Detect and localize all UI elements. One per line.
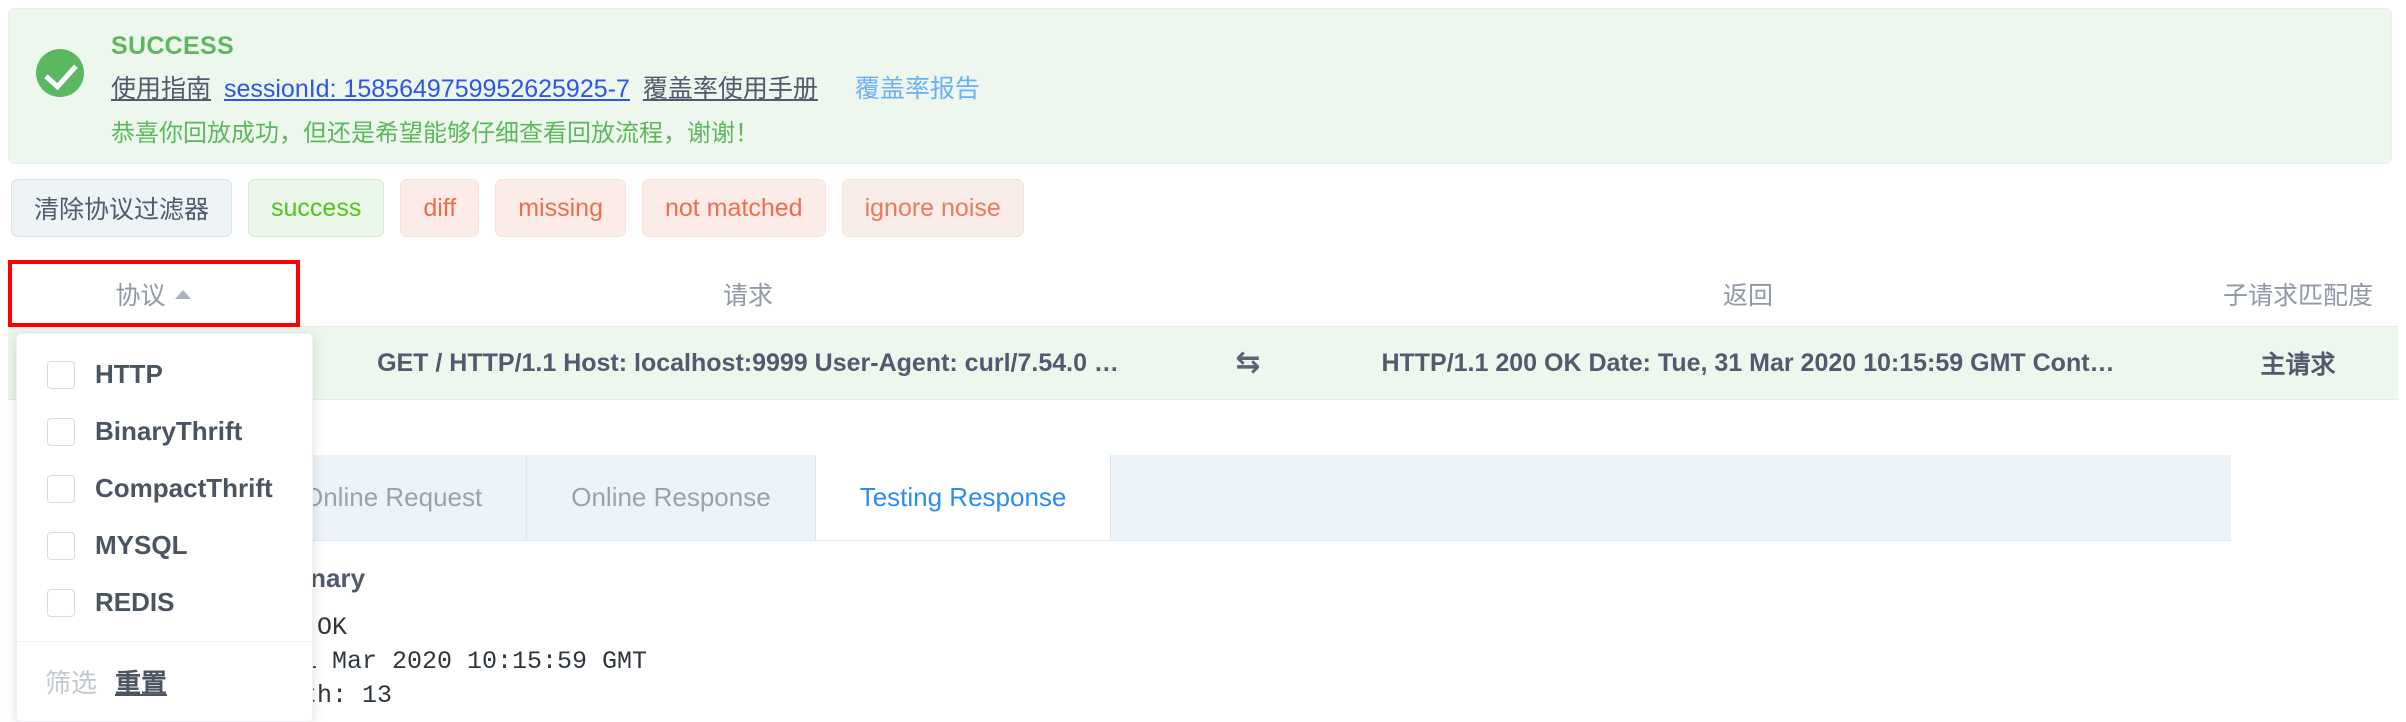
dropdown-footer: 筛选 重置 xyxy=(17,641,312,721)
cell-request: GET / HTTP/1.1 Host: localhost:9999 User… xyxy=(377,348,1119,377)
checkbox-icon[interactable] xyxy=(47,417,75,446)
protocol-option-label: REDIS xyxy=(95,587,175,617)
check-circle-icon xyxy=(36,49,84,97)
tab-content: binary 0 OK 31 Mar 2020 10:15:59 GMT gth… xyxy=(259,541,2231,713)
column-header-protocol[interactable]: 协议 xyxy=(8,276,298,312)
coverage-manual-link[interactable]: 覆盖率使用手册 xyxy=(643,75,818,103)
swap-icon[interactable]: ⇆ xyxy=(1198,348,1298,379)
tab-testing-response[interactable]: Testing Response xyxy=(815,455,1112,540)
cell-response: HTTP/1.1 200 OK Date: Tue, 31 Mar 2020 1… xyxy=(1381,348,2115,377)
column-header-protocol-label: 协议 xyxy=(115,282,166,310)
caret-up-icon[interactable] xyxy=(174,289,191,299)
checkbox-icon[interactable] xyxy=(47,531,75,560)
protocol-option-compactthrift[interactable]: CompactThrift xyxy=(17,460,312,517)
alert-links: 使用指南 sessionId: 1585649759952625925-7 覆盖… xyxy=(111,71,2391,107)
filter-missing-button[interactable]: missing xyxy=(495,179,626,237)
alert-icon-wrap xyxy=(9,27,111,97)
protocol-option-redis[interactable]: REDIS xyxy=(17,574,312,631)
filter-button-row: 清除协议过滤器 success diff missing not matched… xyxy=(11,179,1024,237)
content-body: 0 OK 31 Mar 2020 10:15:59 GMT gth: 13 xyxy=(287,613,648,710)
swap-glyph: ⇆ xyxy=(1235,347,1261,379)
alert-body: SUCCESS 使用指南 sessionId: 1585649759952625… xyxy=(111,27,2391,151)
filter-ignore-noise-button[interactable]: ignore noise xyxy=(841,179,1024,237)
success-alert: SUCCESS 使用指南 sessionId: 1585649759952625… xyxy=(8,8,2392,164)
table-row[interactable]: GET / HTTP/1.1 Host: localhost:9999 User… xyxy=(8,327,2398,400)
cell-match: 主请求 xyxy=(2260,351,2336,379)
usage-guide-link[interactable]: 使用指南 xyxy=(111,75,211,103)
coverage-report-link[interactable]: 覆盖率报告 xyxy=(855,75,980,103)
tab-online-response[interactable]: Online Response xyxy=(527,455,816,540)
protocol-options-list: HTTP BinaryThrift CompactThrift MYSQL RE… xyxy=(17,334,312,641)
filter-reset-button[interactable]: 重置 xyxy=(115,663,167,700)
column-header-match: 子请求匹配度 xyxy=(2222,282,2373,310)
protocol-option-label: CompactThrift xyxy=(95,473,273,503)
alert-description: 恭喜你回放成功，但还是希望能够仔细查看回放流程，谢谢！ xyxy=(111,120,759,147)
checkbox-icon[interactable] xyxy=(47,588,75,617)
tabs-bar: Online Request Online Response Testing R… xyxy=(259,455,2231,541)
filter-not-matched-button[interactable]: not matched xyxy=(641,179,826,237)
protocol-option-binarythrift[interactable]: BinaryThrift xyxy=(17,403,312,460)
checkbox-icon[interactable] xyxy=(47,474,75,503)
protocol-option-http[interactable]: HTTP xyxy=(17,346,312,403)
protocol-filter-dropdown: HTTP BinaryThrift CompactThrift MYSQL RE… xyxy=(16,333,313,722)
filter-confirm-button[interactable]: 筛选 xyxy=(45,663,97,700)
alert-title: SUCCESS xyxy=(111,32,234,60)
protocol-option-mysql[interactable]: MYSQL xyxy=(17,517,312,574)
protocol-option-label: BinaryThrift xyxy=(95,416,243,446)
filter-diff-button[interactable]: diff xyxy=(400,179,480,237)
clear-protocol-filter-button[interactable]: 清除协议过滤器 xyxy=(11,179,233,237)
tabs-filler xyxy=(1111,455,2231,540)
column-header-request: 请求 xyxy=(722,282,773,310)
detail-tabs-panel: Online Request Online Response Testing R… xyxy=(258,455,2231,718)
protocol-option-label: MYSQL xyxy=(95,530,188,560)
content-title: binary xyxy=(287,563,366,593)
column-header-response: 返回 xyxy=(1722,282,1773,310)
checkbox-icon[interactable] xyxy=(47,360,75,389)
table-header-row: 协议 请求 返回 子请求匹配度 xyxy=(8,262,2398,327)
protocol-option-label: HTTP xyxy=(95,359,163,389)
filter-success-button[interactable]: success xyxy=(248,179,385,237)
session-id-link[interactable]: sessionId: 1585649759952625925-7 xyxy=(224,75,630,103)
requests-table: 协议 请求 返回 子请求匹配度 GET / HTTP/1.1 Host: loc… xyxy=(8,262,2398,400)
